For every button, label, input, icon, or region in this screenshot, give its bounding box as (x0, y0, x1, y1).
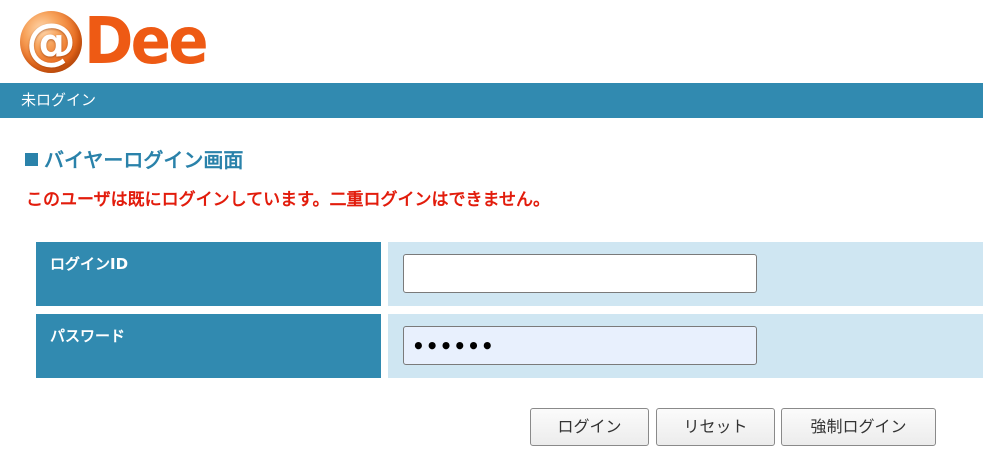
login-page: @ Dee 未ログイン バイヤーログイン画面 このユーザは既にログインしています… (0, 0, 983, 470)
login-id-row: ログインID (36, 242, 983, 306)
dee-logo: @ Dee (20, 8, 215, 76)
password-value-cell (388, 314, 983, 378)
page-title-text: バイヤーログイン画面 (44, 148, 244, 172)
password-label-cell: パスワード (36, 314, 381, 378)
brand-name: Dee (84, 5, 209, 79)
at-symbol-glyph: @ (26, 13, 76, 71)
square-bullet-icon (25, 153, 38, 166)
password-input[interactable] (403, 326, 757, 365)
login-id-input[interactable] (403, 254, 757, 293)
login-status-bar: 未ログイン (0, 83, 983, 118)
password-label: パスワード (50, 327, 126, 345)
login-id-label-cell: ログインID (36, 242, 381, 306)
login-id-label: ログインID (50, 255, 129, 273)
reset-button[interactable]: リセット (656, 408, 775, 446)
error-message: このユーザは既にログインしています。二重ログインはできません。 (26, 190, 550, 210)
force-login-button[interactable]: 強制ログイン (781, 408, 936, 446)
page-title: バイヤーログイン画面 (25, 146, 243, 174)
login-status-text: 未ログイン (21, 91, 97, 109)
login-id-value-cell (388, 242, 983, 306)
login-button[interactable]: ログイン (530, 408, 649, 446)
password-row: パスワード (36, 314, 983, 378)
at-symbol-icon: @ (20, 11, 82, 73)
